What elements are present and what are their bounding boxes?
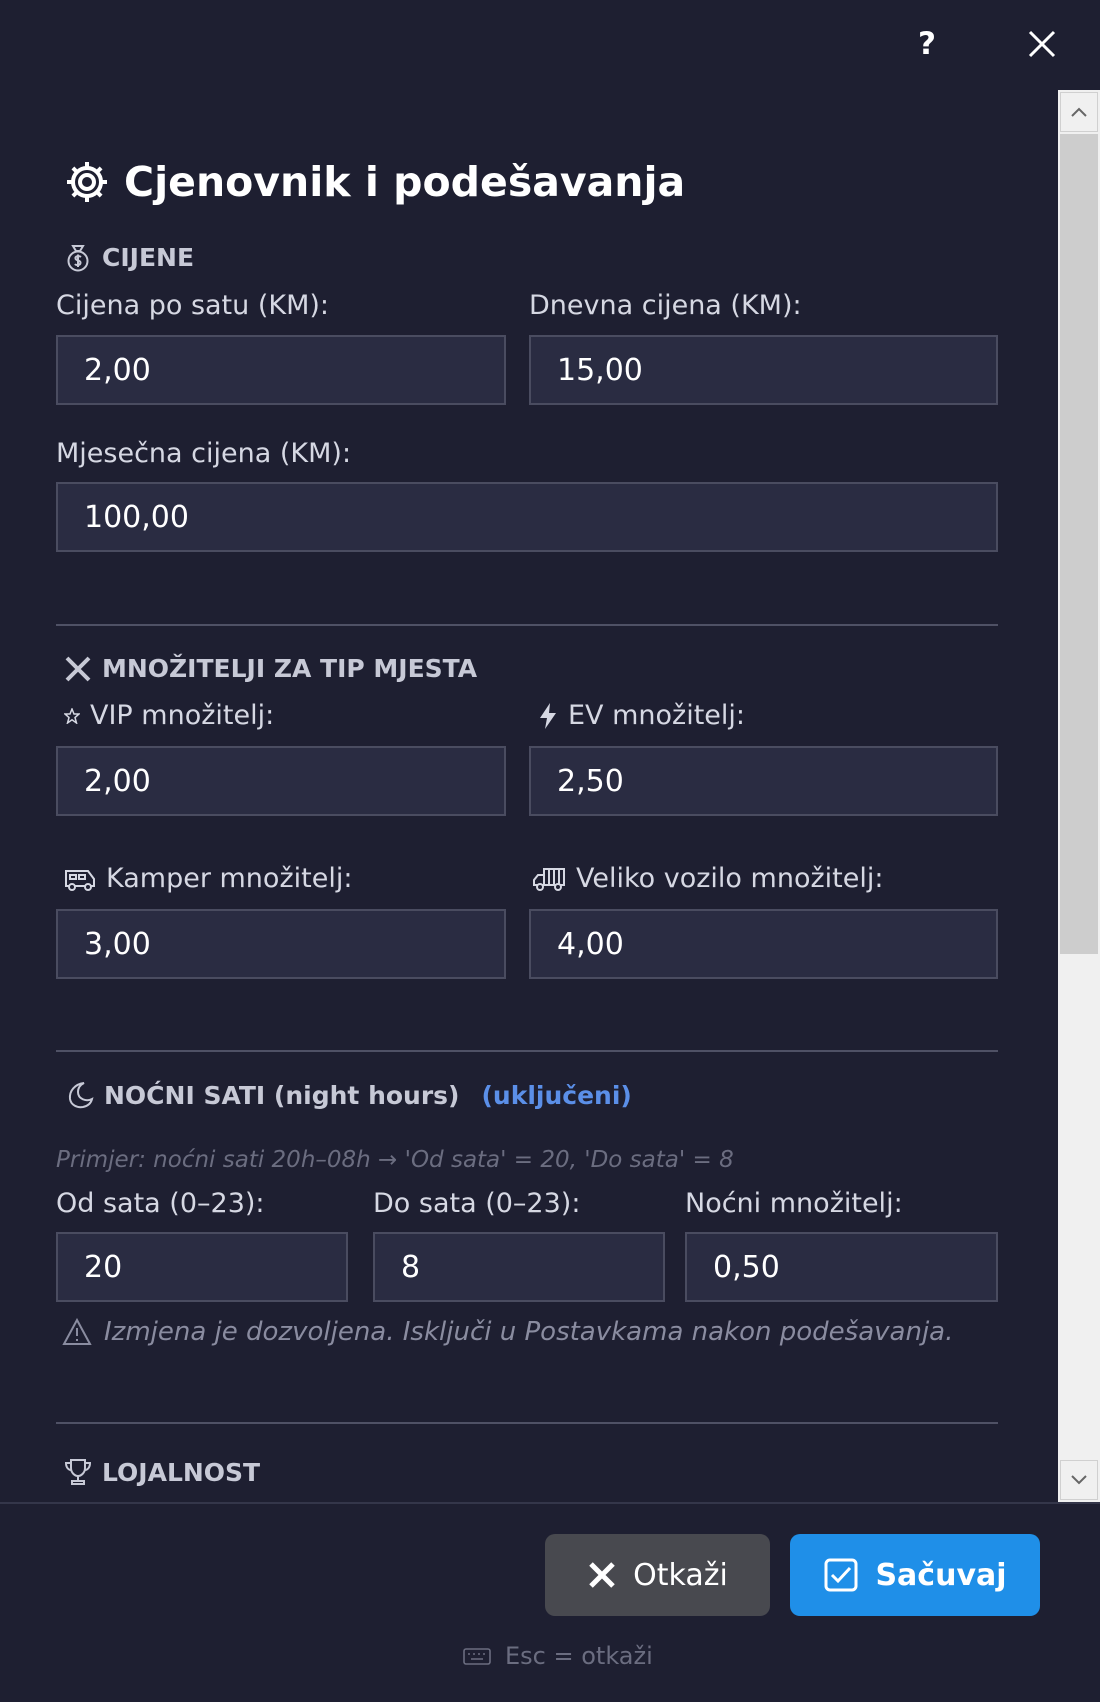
- scroll-up-button[interactable]: [1060, 92, 1098, 132]
- divider: [56, 1050, 998, 1052]
- night-to-input[interactable]: 8: [373, 1232, 665, 1302]
- keyboard-icon: [463, 1648, 491, 1665]
- settings-scroll-area[interactable]: Cjenovnik i podešavanja CIJENE Cijena po…: [0, 90, 1058, 1502]
- section-multipliers-title: MNOŽITELJI ZA TIP MJESTA: [102, 654, 478, 683]
- hourly-price-label: Cijena po satu (KM):: [56, 290, 330, 321]
- monthly-price-input[interactable]: 100,00: [56, 482, 998, 552]
- gear-icon: [67, 162, 107, 202]
- checkbox-check-icon: [824, 1558, 858, 1592]
- section-night-header: NOĆNI SATI (night hours) (uključeni): [64, 1080, 632, 1110]
- large-vehicle-multiplier-input[interactable]: 4,00: [529, 909, 998, 979]
- close-button[interactable]: [1020, 22, 1064, 66]
- hourly-price-input[interactable]: 2,00: [56, 335, 506, 405]
- chevron-down-icon: [1071, 1475, 1087, 1485]
- large-vehicle-multiplier-label-text: Veliko vozilo množitelj:: [576, 863, 884, 894]
- daily-price-input[interactable]: 15,00: [529, 335, 998, 405]
- cancel-button-label: Otkaži: [633, 1557, 728, 1593]
- night-from-input[interactable]: 20: [56, 1232, 348, 1302]
- divider: [56, 1422, 998, 1424]
- vip-multiplier-input[interactable]: 2,00: [56, 746, 506, 816]
- help-button[interactable]: ?: [905, 22, 949, 66]
- camper-multiplier-label: Kamper množitelj:: [64, 863, 352, 894]
- cancel-button[interactable]: Otkaži: [545, 1534, 770, 1616]
- page-title-text: Cjenovnik i podešavanja: [124, 158, 686, 206]
- monthly-price-label: Mjesečna cijena (KM):: [56, 438, 352, 469]
- lightning-icon: [540, 702, 556, 729]
- truck-icon: [533, 867, 565, 891]
- vip-multiplier-label-text: VIP množitelj:: [90, 700, 275, 731]
- star-icon: [64, 707, 80, 724]
- ev-multiplier-input[interactable]: 2,50: [529, 746, 998, 816]
- night-multiplier-input[interactable]: 0,50: [685, 1232, 998, 1302]
- section-multipliers-header: MNOŽITELJI ZA TIP MJESTA: [64, 654, 477, 683]
- night-warning-text: Izmjena je dozvoljena. Isključi u Postav…: [104, 1317, 954, 1347]
- warning-icon: [62, 1318, 92, 1345]
- close-icon: [589, 1562, 615, 1588]
- multiply-icon: [65, 656, 91, 681]
- section-prices-title: CIJENE: [102, 242, 195, 272]
- section-night-title: NOĆNI SATI (night hours): [104, 1080, 460, 1110]
- vip-multiplier-label: VIP množitelj:: [64, 700, 274, 731]
- night-to-label: Do sata (0–23):: [373, 1188, 581, 1219]
- save-button-label: Sačuvaj: [875, 1557, 1007, 1593]
- moon-icon: [68, 1082, 94, 1109]
- scroll-down-button[interactable]: [1060, 1460, 1098, 1500]
- night-status-badge: (uključeni): [481, 1080, 632, 1110]
- scrollbar-thumb[interactable]: [1060, 134, 1098, 954]
- trophy-icon: [64, 1459, 92, 1485]
- chevron-up-icon: [1071, 107, 1087, 117]
- page-title: Cjenovnik i podešavanja: [64, 158, 685, 206]
- esc-hint: Esc = otkaži: [463, 1642, 653, 1670]
- ev-multiplier-label: EV množitelj:: [538, 700, 745, 731]
- night-multiplier-label: Noćni množitelj:: [685, 1188, 903, 1219]
- money-bag-icon: [67, 245, 89, 272]
- section-prices-header: CIJENE: [64, 242, 194, 272]
- close-icon: [1028, 30, 1056, 58]
- section-loyalty-title: LOJALNOST: [102, 1457, 261, 1487]
- vertical-scrollbar[interactable]: [1058, 90, 1100, 1502]
- save-button[interactable]: Sačuvaj: [790, 1534, 1040, 1616]
- section-loyalty-header: LOJALNOST: [64, 1457, 260, 1487]
- night-hours-hint: Primjer: noćni sati 20h–08h → 'Od sata' …: [56, 1147, 734, 1173]
- camper-multiplier-label-text: Kamper množitelj:: [106, 863, 353, 894]
- ev-multiplier-label-text: EV množitelj:: [568, 700, 746, 731]
- dialog-footer: Otkaži Sačuvaj Esc = otkaži: [0, 1502, 1100, 1702]
- large-vehicle-multiplier-label: Veliko vozilo množitelj:: [532, 863, 883, 894]
- camper-multiplier-input[interactable]: 3,00: [56, 909, 506, 979]
- night-warning: Izmjena je dozvoljena. Isključi u Postav…: [62, 1317, 953, 1347]
- night-from-label: Od sata (0–23):: [56, 1188, 265, 1219]
- esc-hint-text: Esc = otkaži: [505, 1642, 653, 1670]
- divider: [56, 624, 998, 626]
- daily-price-label: Dnevna cijena (KM):: [529, 290, 802, 321]
- camper-van-icon: [65, 869, 95, 891]
